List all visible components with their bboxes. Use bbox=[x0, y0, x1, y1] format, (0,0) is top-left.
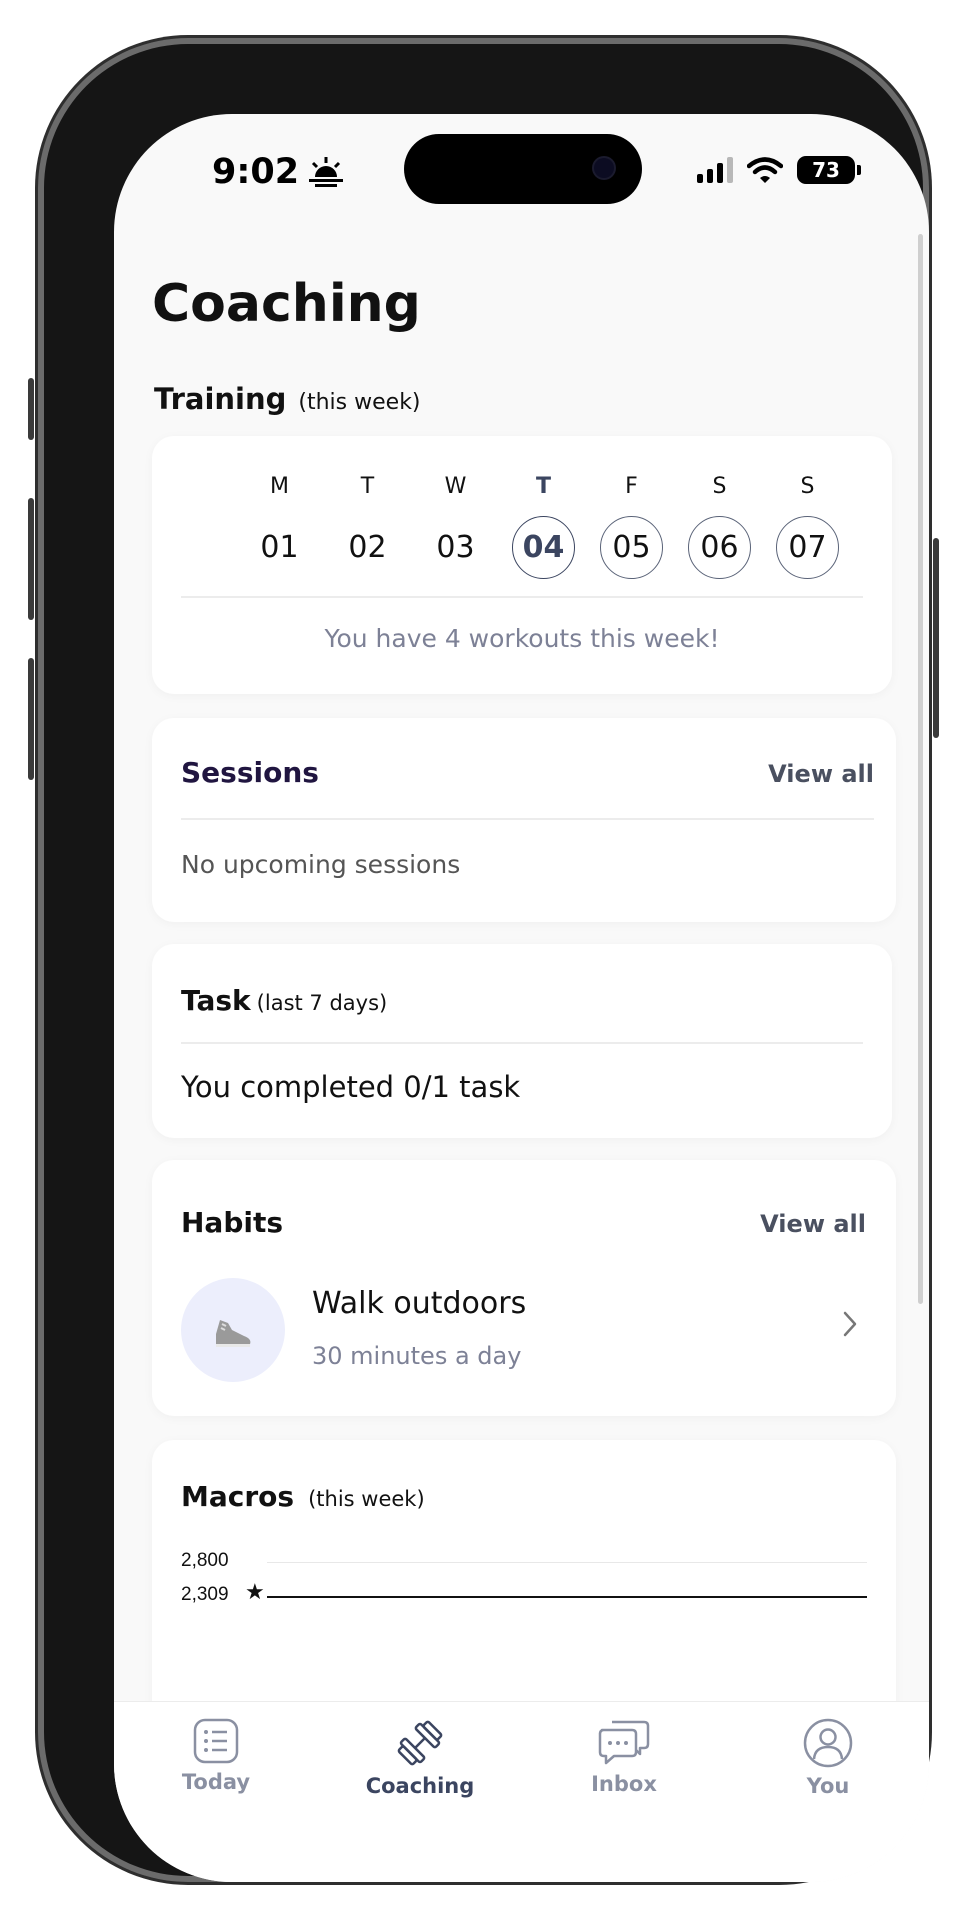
sessions-title: Sessions bbox=[181, 756, 319, 789]
divider bbox=[181, 1042, 863, 1044]
gridline bbox=[267, 1562, 867, 1563]
macros-title: Macros bbox=[181, 1480, 295, 1513]
star-icon: ★ bbox=[245, 1580, 265, 1605]
sessions-card[interactable]: Sessions View all No upcoming sessions bbox=[152, 718, 896, 922]
habit-avatar bbox=[181, 1278, 285, 1382]
target-line bbox=[267, 1596, 867, 1598]
tab-you[interactable]: You bbox=[758, 1718, 898, 1798]
chat-bubbles-icon bbox=[598, 1720, 650, 1765]
divider bbox=[181, 818, 874, 820]
dynamic-island bbox=[404, 134, 642, 204]
page-title: Coaching bbox=[152, 274, 421, 334]
habit-name: Walk outdoors bbox=[312, 1286, 527, 1321]
day-tue[interactable]: T 02 bbox=[335, 474, 400, 579]
day-sun[interactable]: S 07 bbox=[775, 474, 840, 579]
wifi-icon bbox=[747, 156, 783, 183]
training-subtitle: (this week) bbox=[298, 390, 421, 415]
workouts-message: You have 4 workouts this week! bbox=[324, 624, 720, 653]
habits-card: Habits View all Walk outdoors 30 minutes… bbox=[152, 1160, 896, 1416]
phone-frame: 9:02 73 Coaching Training (this week) M … bbox=[28, 38, 939, 1882]
task-card[interactable]: Task (last 7 days) You completed 0/1 task bbox=[152, 944, 892, 1138]
volume-up-button bbox=[28, 498, 34, 620]
macros-tick-target: 2,309 bbox=[181, 1584, 229, 1605]
macros-tick-top: 2,800 bbox=[181, 1550, 229, 1571]
task-header: Task (last 7 days) bbox=[181, 984, 387, 1017]
training-card: M 01 T 02 W 03 T 04 F 05 S 06 S 07 You h… bbox=[152, 436, 892, 694]
person-icon bbox=[803, 1718, 853, 1768]
scrollbar[interactable] bbox=[918, 234, 923, 1304]
status-time: 9:02 bbox=[212, 152, 344, 192]
day-mon[interactable]: M 01 bbox=[247, 474, 312, 579]
screen: 9:02 73 Coaching Training (this week) M … bbox=[114, 114, 929, 1882]
dumbbell-icon bbox=[397, 1720, 443, 1766]
day-sat[interactable]: S 06 bbox=[687, 474, 752, 579]
macros-header: Macros (this week) bbox=[181, 1480, 425, 1513]
task-title: Task bbox=[181, 984, 251, 1017]
power-button bbox=[933, 538, 939, 738]
chevron-right-icon bbox=[843, 1311, 857, 1337]
action-button bbox=[28, 378, 34, 440]
sessions-view-all-button[interactable]: View all bbox=[768, 760, 874, 788]
tab-bar: Today Coaching Inbox You bbox=[114, 1701, 929, 1882]
training-title: Training bbox=[154, 382, 287, 416]
sunrise-icon bbox=[309, 157, 344, 187]
macros-subtitle: (this week) bbox=[308, 1487, 425, 1511]
tab-today[interactable]: Today bbox=[146, 1718, 286, 1794]
sessions-empty-text: No upcoming sessions bbox=[181, 850, 461, 879]
status-icons: 73 bbox=[697, 156, 861, 184]
week-days: M 01 T 02 W 03 T 04 F 05 S 06 S 07 bbox=[247, 474, 840, 579]
list-icon bbox=[193, 1718, 239, 1764]
day-thu-today[interactable]: T 04 bbox=[511, 474, 576, 579]
divider bbox=[181, 596, 863, 598]
day-wed[interactable]: W 03 bbox=[423, 474, 488, 579]
task-summary: You completed 0/1 task bbox=[181, 1070, 521, 1104]
habits-title: Habits bbox=[181, 1206, 284, 1239]
battery-icon: 73 bbox=[797, 156, 861, 184]
tab-inbox[interactable]: Inbox bbox=[554, 1718, 694, 1796]
day-fri[interactable]: F 05 bbox=[599, 474, 664, 579]
habit-detail: 30 minutes a day bbox=[312, 1342, 522, 1370]
camera-icon bbox=[594, 158, 614, 178]
habits-view-all-button[interactable]: View all bbox=[760, 1210, 866, 1238]
volume-down-button bbox=[28, 658, 34, 780]
cellular-signal-icon bbox=[697, 157, 733, 183]
tab-coaching[interactable]: Coaching bbox=[350, 1718, 490, 1798]
task-subtitle: (last 7 days) bbox=[256, 991, 388, 1015]
sneaker-icon bbox=[216, 1320, 251, 1347]
training-header: Training (this week) bbox=[154, 382, 421, 416]
